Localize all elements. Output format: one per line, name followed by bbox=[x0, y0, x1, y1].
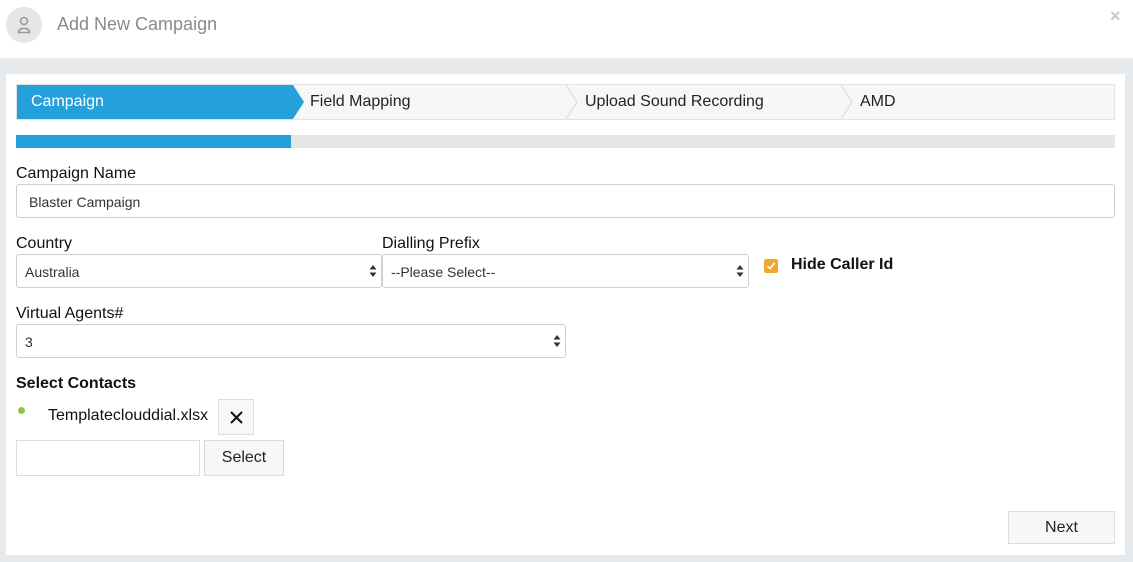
wizard-progress-bar bbox=[16, 135, 1115, 148]
country-label: Country bbox=[16, 235, 73, 252]
step-separator bbox=[565, 85, 578, 119]
hide-caller-id-checkbox[interactable] bbox=[764, 259, 778, 273]
close-icon[interactable]: × bbox=[1110, 6, 1121, 27]
file-path-input[interactable] bbox=[16, 440, 200, 476]
wizard-progress-fill bbox=[16, 135, 291, 148]
tab-field-mapping[interactable]: Field Mapping bbox=[310, 85, 411, 119]
tab-campaign[interactable]: Campaign bbox=[17, 85, 293, 119]
country-value: Australia bbox=[25, 264, 80, 280]
close-icon bbox=[230, 411, 243, 424]
next-button[interactable]: Next bbox=[1008, 511, 1115, 544]
step-separator bbox=[840, 85, 853, 119]
remove-file-button[interactable] bbox=[218, 399, 254, 435]
country-select[interactable]: Australia bbox=[16, 254, 382, 288]
contact-file-name: Templateclouddial.xlsx bbox=[48, 407, 209, 424]
updown-icon bbox=[553, 335, 561, 347]
modal-title: Add New Campaign bbox=[57, 14, 218, 34]
updown-icon bbox=[369, 265, 377, 277]
virtual-agents-label: Virtual Agents# bbox=[16, 305, 124, 322]
select-file-button[interactable]: Select bbox=[204, 440, 284, 476]
campaign-name-value: Blaster Campaign bbox=[29, 194, 141, 210]
user-icon bbox=[6, 7, 42, 43]
dialling-prefix-select[interactable]: --Please Select-- bbox=[382, 254, 749, 288]
active-step-arrow bbox=[293, 85, 304, 119]
tab-amd[interactable]: AMD bbox=[860, 85, 896, 119]
tab-upload-sound-recording[interactable]: Upload Sound Recording bbox=[585, 85, 764, 119]
file-status-dot bbox=[18, 407, 25, 414]
updown-icon bbox=[736, 265, 744, 277]
virtual-agents-value: 3 bbox=[25, 334, 33, 350]
virtual-agents-select[interactable]: 3 bbox=[16, 324, 566, 358]
checkmark-icon bbox=[766, 262, 776, 270]
modal-header: Add New Campaign × bbox=[0, 0, 1133, 58]
select-contacts-title: Select Contacts bbox=[16, 375, 137, 392]
hide-caller-id-label: Hide Caller Id bbox=[791, 256, 894, 273]
dialling-prefix-value: --Please Select-- bbox=[391, 264, 496, 280]
campaign-name-input[interactable]: Blaster Campaign bbox=[16, 184, 1115, 218]
dialling-prefix-label: Dialling Prefix bbox=[382, 235, 480, 252]
wizard-steps: Campaign Field Mapping Upload Sound Reco… bbox=[16, 84, 1115, 120]
campaign-name-label: Campaign Name bbox=[16, 165, 137, 182]
